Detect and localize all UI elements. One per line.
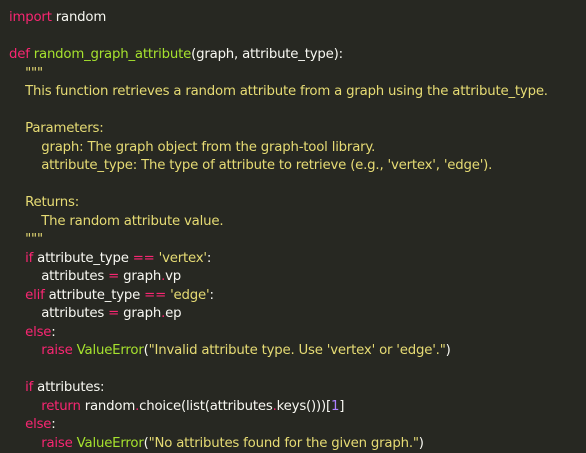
code-token [9,343,41,358]
code-token: attributes [9,306,108,321]
code-token: "Invalid attribute type. Use 'vertex' or… [149,343,446,358]
code-line: """ [9,231,586,250]
code-line [9,361,586,380]
code-token: attribute_type: The type of attribute to… [9,158,492,173]
code-token: ) [446,343,451,358]
code-token: attribute_type [33,251,133,266]
code-token: if [25,380,33,395]
code-token: == [144,288,166,303]
code-token [9,417,25,432]
code-token [9,436,41,451]
code-token: random [81,399,135,414]
code-token: return [41,399,80,414]
code-line: attributes = graph.ep [9,305,586,324]
code-line: raise ValueError("No attributes found fo… [9,435,586,453]
code-token [9,288,25,303]
code-line: import random [9,9,586,28]
code-token: 'edge' [170,288,209,303]
code-token: else [25,325,51,340]
code-token [9,380,25,395]
code-line [9,176,586,195]
code-token [9,399,41,414]
code-line: graph: The graph object from the graph-t… [9,139,586,158]
code-token: The random attribute value. [9,214,223,229]
code-line: This function retrieves a random attribu… [9,83,586,102]
code-token: : [209,288,213,303]
code-token: if [25,251,33,266]
code-token: ) [419,436,424,451]
code-token [9,251,25,266]
code-token: Parameters: [9,121,104,136]
code-token: ] [339,399,344,414]
code-token: attributes: [33,380,104,395]
code-token: choice(list(attributes [139,399,273,414]
code-token: == [133,251,155,266]
code-line: def random_graph_attribute(graph, attrib… [9,46,586,65]
code-token: : [207,251,211,266]
code-line: The random attribute value. [9,213,586,232]
code-token: 'vertex' [159,251,207,266]
code-line: """ [9,65,586,84]
code-token: graph [119,269,161,284]
code-line: raise ValueError("Invalid attribute type… [9,342,586,361]
code-token: : [51,417,55,432]
code-line: else: [9,324,586,343]
code-token: """ [9,232,43,247]
code-token: "No attributes found for the given graph… [149,436,419,451]
code-line: elif attribute_type == 'edge': [9,287,586,306]
code-token: Returns: [9,195,79,210]
code-line: return random.choice(list(attributes.key… [9,398,586,417]
code-token: random_graph_attribute [34,47,191,62]
code-token [9,325,25,340]
code-token: raise [41,343,72,358]
code-token: graph: The graph object from the graph-t… [9,140,375,155]
code-token: This function retrieves a random attribu… [9,84,548,99]
code-token: else [25,417,51,432]
code-token: graph [119,306,161,321]
code-token: import [9,10,52,25]
code-line: if attributes: [9,379,586,398]
code-line [9,102,586,121]
code-token: elif [25,288,44,303]
code-token: def [9,47,30,62]
code-line [9,28,586,47]
code-token: = [108,306,119,321]
code-token: raise [41,436,72,451]
code-token: attributes [9,269,108,284]
code-token: (graph, attribute_type): [191,47,343,62]
code-token: """ [9,66,43,81]
code-line: attributes = graph.vp [9,268,586,287]
code-token: ep [165,306,181,321]
code-line: Parameters: [9,120,586,139]
code-token: ValueError [77,436,144,451]
code-line: Returns: [9,194,586,213]
code-editor[interactable]: import random def random_graph_attribute… [0,0,586,404]
code-line: else: [9,416,586,435]
code-token: = [108,269,119,284]
code-line: attribute_type: The type of attribute to… [9,157,586,176]
code-content: import random def random_graph_attribute… [9,9,586,453]
code-token: attribute_type [45,288,145,303]
code-token: random [52,10,106,25]
code-token: vp [165,269,181,284]
code-token: ValueError [77,343,144,358]
code-token: keys()))[ [277,399,331,414]
code-line: if attribute_type == 'vertex': [9,250,586,269]
code-token: : [51,325,55,340]
